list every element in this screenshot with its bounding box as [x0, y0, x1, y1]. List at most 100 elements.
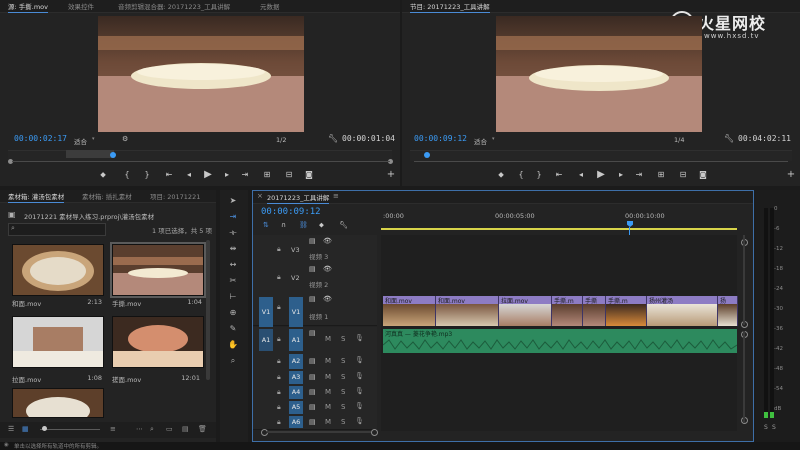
extract-icon[interactable]: ⊟: [678, 170, 688, 179]
sort-icon[interactable]: ≡: [110, 425, 116, 433]
bin-search-input[interactable]: ⌕: [8, 223, 106, 236]
icon-view-icon[interactable]: ▦: [22, 425, 29, 433]
source-video-frame[interactable]: [98, 16, 304, 132]
toggle-sync-icon[interactable]: ▤: [309, 388, 316, 396]
go-to-in-icon[interactable]: ⇤: [164, 170, 174, 179]
solo-right-button[interactable]: S: [772, 424, 776, 431]
step-forward-icon[interactable]: ▸: [222, 170, 232, 179]
ripple-edit-tool-icon[interactable]: ⟛: [226, 228, 240, 240]
toggle-sync-icon[interactable]: ▤: [309, 329, 316, 337]
eye-icon[interactable]: 👁︎: [323, 295, 332, 303]
bin-item-thumbnail-selected[interactable]: [110, 242, 206, 298]
video-clip[interactable]: 手撕.m: [606, 296, 647, 326]
source-patch-v1[interactable]: V1: [259, 297, 273, 327]
work-area-bar[interactable]: [381, 228, 737, 230]
source-resolution-select[interactable]: 1/2: [276, 136, 286, 144]
lift-icon[interactable]: ⊞: [656, 170, 666, 179]
tab-bin-soup[interactable]: 素材箱: 灌汤包素材: [8, 191, 65, 203]
bin-item-thumbnail[interactable]: [112, 316, 204, 368]
program-playhead-timecode[interactable]: 00:00:09:12: [414, 134, 467, 143]
source-zoom-bar[interactable]: [12, 161, 390, 162]
lock-icon[interactable]: 🔒︎: [277, 418, 281, 427]
lock-icon[interactable]: 🔒︎: [277, 403, 281, 412]
program-resolution-select[interactable]: 1/4: [674, 136, 684, 144]
track-target-a5[interactable]: A5: [289, 401, 303, 414]
microphone-icon[interactable]: 🎙︎: [355, 334, 364, 342]
lock-icon[interactable]: 🔒︎: [277, 373, 281, 382]
horizontal-scrollbar[interactable]: [267, 431, 371, 433]
microphone-icon[interactable]: 🎙︎: [355, 372, 364, 380]
program-playhead[interactable]: [424, 152, 430, 158]
tab-sequence[interactable]: 20171223_工具讲解: [267, 192, 330, 204]
marker-icon[interactable]: ⬥: [496, 170, 506, 180]
microphone-icon[interactable]: 🎙︎: [355, 356, 364, 364]
thumb-size-slider[interactable]: [40, 429, 100, 430]
program-fit-select[interactable]: 适合: [474, 136, 487, 146]
mark-in-icon[interactable]: {: [122, 170, 132, 179]
track-target-a3[interactable]: A3: [289, 371, 303, 384]
new-item-icon[interactable]: ▤: [182, 425, 189, 433]
video-clip[interactable]: 扬州灌汤: [647, 296, 718, 326]
play-icon[interactable]: ▶: [203, 169, 213, 180]
program-zoom-bar[interactable]: [414, 161, 788, 162]
hand-tool-icon[interactable]: ✋: [226, 340, 240, 352]
video-clip[interactable]: 拉面.mov: [499, 296, 552, 326]
video-clip[interactable]: 和面.mov: [383, 296, 436, 326]
solo-button[interactable]: S: [341, 373, 345, 381]
snap-icon[interactable]: ∩: [281, 221, 286, 229]
razor-tool-icon[interactable]: ✂: [226, 276, 240, 288]
search-icon[interactable]: ⌕: [150, 425, 154, 434]
wrench-icon[interactable]: 🔧︎: [328, 134, 338, 143]
solo-button[interactable]: S: [341, 357, 345, 365]
track-target-v1[interactable]: V1: [289, 297, 303, 327]
video-clip[interactable]: 手撕.m: [552, 296, 583, 326]
video-scrollbar[interactable]: [743, 235, 745, 325]
new-bin-icon[interactable]: ▭: [166, 425, 173, 433]
step-back-icon[interactable]: ◂: [576, 170, 586, 179]
nest-icon[interactable]: ⇅: [263, 221, 269, 229]
eye-icon[interactable]: 👁︎: [323, 237, 332, 245]
go-to-out-icon[interactable]: ⇥: [634, 170, 644, 179]
list-view-icon[interactable]: ☰: [8, 425, 14, 433]
tab-metadata[interactable]: 元数据: [260, 1, 280, 11]
mark-out-icon[interactable]: }: [142, 170, 152, 179]
mute-button[interactable]: M: [325, 388, 331, 396]
track-target-a4[interactable]: A4: [289, 386, 303, 399]
timeline-ruler[interactable]: :00:00 00:00:05:00 00:00:10:00: [381, 209, 741, 231]
mark-out-icon[interactable]: }: [534, 170, 544, 179]
play-icon[interactable]: ▶: [596, 169, 606, 180]
source-fit-select[interactable]: 适合: [74, 136, 87, 146]
solo-button[interactable]: S: [341, 388, 345, 396]
trash-icon[interactable]: 🗑︎: [198, 425, 207, 433]
track-select-tool-icon[interactable]: ⇥: [226, 212, 240, 224]
lock-icon[interactable]: 🔒︎: [277, 303, 281, 312]
source-playhead-timecode[interactable]: 00:00:02:17: [14, 134, 67, 143]
bin-item-thumbnail[interactable]: [12, 244, 104, 296]
tab-program[interactable]: 节目: 20171223_工具讲解: [410, 1, 490, 13]
add-button-icon[interactable]: +: [386, 169, 396, 180]
bin-item-thumbnail[interactable]: [12, 316, 104, 368]
wrench-icon[interactable]: 🔧︎: [724, 134, 734, 143]
toggle-sync-icon[interactable]: ▤: [309, 403, 316, 411]
slip-tool-icon[interactable]: ⊢: [226, 292, 240, 304]
rate-stretch-tool-icon[interactable]: ↔: [226, 260, 240, 272]
camera-icon[interactable]: ◙: [698, 170, 708, 179]
tab-effect-controls[interactable]: 效果控件: [68, 1, 94, 11]
solo-button[interactable]: S: [341, 403, 345, 411]
mute-button[interactable]: M: [325, 373, 331, 381]
solo-button[interactable]: S: [341, 335, 345, 343]
mute-button[interactable]: M: [325, 335, 331, 343]
microphone-icon[interactable]: 🎙︎: [355, 402, 364, 410]
bin-item-thumbnail[interactable]: [12, 388, 104, 418]
step-back-icon[interactable]: ◂: [184, 170, 194, 179]
mute-button[interactable]: M: [325, 403, 331, 411]
toggle-sync-icon[interactable]: ▤: [309, 295, 316, 303]
program-time-ruler[interactable]: [410, 150, 792, 161]
timeline-timecode[interactable]: 00:00:09:12: [261, 207, 321, 217]
lock-icon[interactable]: 🔒︎: [277, 245, 281, 254]
marker-icon[interactable]: ⬥: [98, 170, 108, 180]
program-video-frame[interactable]: [496, 16, 702, 132]
tab-source[interactable]: 源: 手撕.mov: [8, 1, 48, 13]
source-playhead[interactable]: [110, 152, 116, 158]
step-forward-icon[interactable]: ▸: [616, 170, 626, 179]
